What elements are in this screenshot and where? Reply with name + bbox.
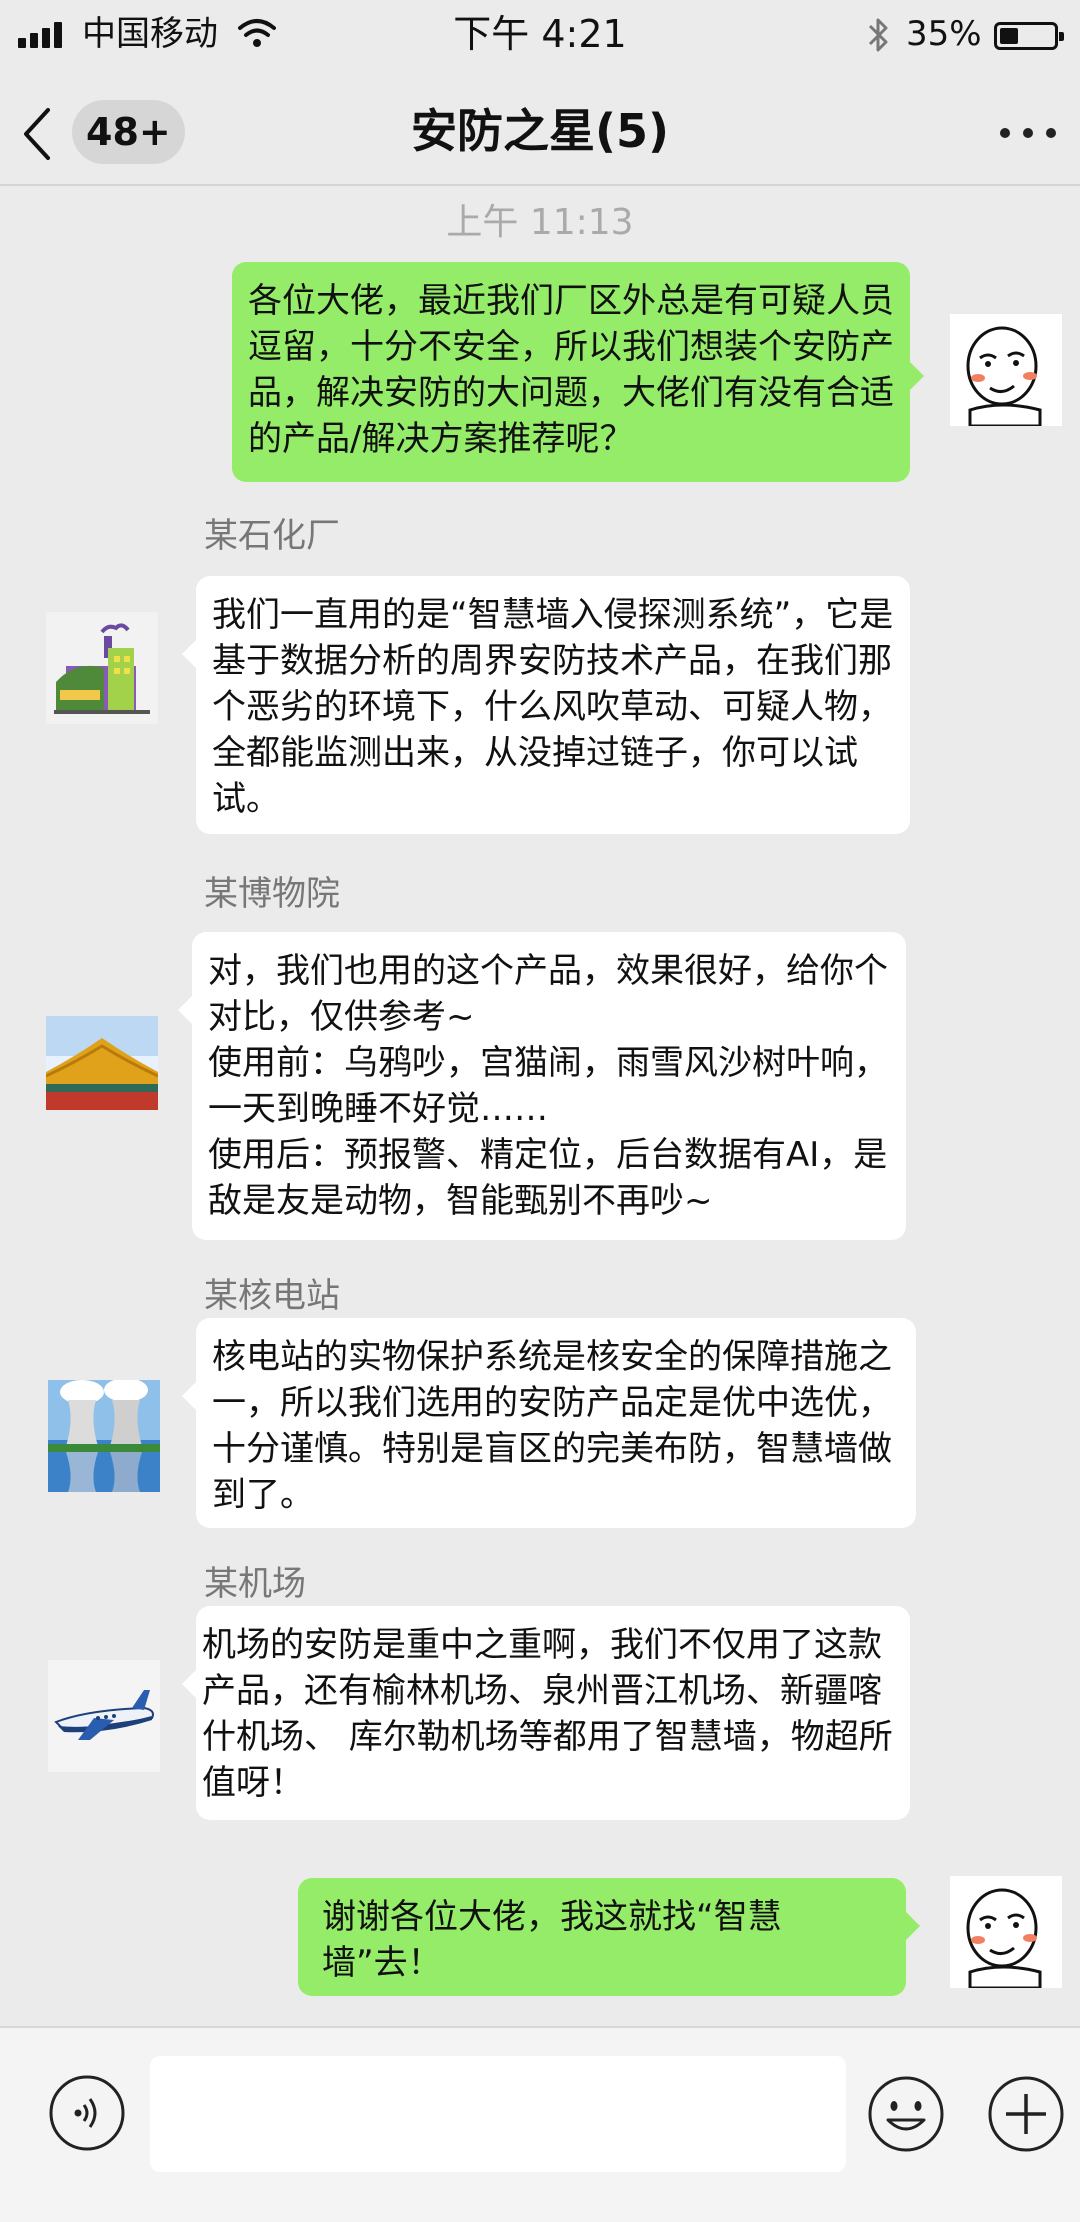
bluetooth-icon [868, 18, 888, 52]
sender-name: 某机场 [204, 1564, 306, 1604]
plus-circle-icon[interactable] [986, 2074, 1066, 2154]
battery-percentage: 35% [906, 14, 982, 54]
airplane-avatar[interactable] [48, 1660, 160, 1772]
incoming-message-bubble[interactable]: 对，我们也用的这个产品，效果很好，给你个对比，仅供参考~ 使用前：乌鸦吵，宫猫闹… [178, 932, 906, 1240]
message-input[interactable] [150, 2056, 846, 2172]
emoji-icon[interactable] [866, 2074, 946, 2154]
chat-title: 安防之星(5) [410, 104, 670, 158]
message-input-bar [0, 2026, 1080, 2222]
battery-icon [994, 22, 1064, 50]
more-horizontal-icon[interactable] [996, 118, 1060, 148]
chat-header: 48+ 安防之星(5) [0, 68, 1080, 186]
battery-level-fill [1000, 28, 1018, 44]
factory-avatar[interactable] [46, 612, 158, 724]
outgoing-message-bubble[interactable]: 谢谢各位大佬，我这就找“智慧墙”去！ [298, 1878, 920, 1996]
sender-name: 某石化厂 [204, 516, 340, 556]
sender-name: 某核电站 [204, 1276, 340, 1316]
incoming-message-bubble[interactable]: 核电站的实物保护系统是核安全的保障措施之一，所以我们选用的安防产品定是优中选优，… [182, 1318, 916, 1528]
message-timestamp: 上午 11:13 [446, 202, 634, 243]
incoming-message-bubble[interactable]: 我们一直用的是“智慧墙入侵探测系统”，它是基于数据分析的周界安防技术产品，在我们… [182, 576, 910, 834]
outgoing-message-bubble[interactable]: 各位大佬，最近我们厂区外总是有可疑人员逗留，十分不安全，所以我们想装个安防产品，… [232, 262, 924, 482]
cooling-tower-avatar[interactable] [48, 1380, 160, 1492]
palace-roof-avatar[interactable] [46, 1010, 158, 1110]
status-bar: 中国移动 下午 4:21 35% [0, 0, 1080, 68]
incoming-message-bubble[interactable]: 机场的安防是重中之重啊，我们不仅用了这款产品，还有榆林机场、泉州晋江机场、新疆喀… [182, 1606, 910, 1820]
sender-name: 某博物院 [204, 874, 340, 914]
self-avatar[interactable] [950, 314, 1062, 426]
self-avatar[interactable] [950, 1876, 1062, 1988]
voice-icon[interactable] [48, 2074, 126, 2152]
